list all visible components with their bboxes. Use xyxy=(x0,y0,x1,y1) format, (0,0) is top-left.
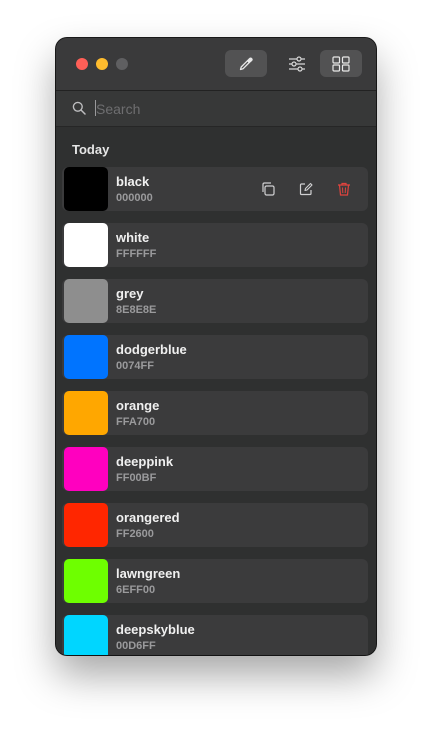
color-name: white xyxy=(116,230,150,245)
color-name: orangered xyxy=(116,510,180,525)
color-hex: 6EFF00 xyxy=(116,584,156,596)
color-hex: 0074FF xyxy=(116,360,154,372)
color-hex: FF2600 xyxy=(116,528,154,540)
color-row-grey[interactable]: grey 8E8E8E xyxy=(62,279,368,323)
minimize-window-button[interactable] xyxy=(96,58,108,70)
eyedropper-icon xyxy=(239,57,253,70)
close-window-button[interactable] xyxy=(76,58,88,70)
color-swatch[interactable] xyxy=(64,615,108,655)
color-swatch[interactable] xyxy=(64,223,108,267)
grid-view-button[interactable] xyxy=(320,50,362,77)
color-hex: 000000 xyxy=(116,192,153,204)
color-swatch[interactable] xyxy=(64,391,108,435)
grid-icon xyxy=(332,55,350,72)
color-row-white[interactable]: white FFFFFF xyxy=(62,223,368,267)
color-name: lawngreen xyxy=(116,566,181,581)
text-caret xyxy=(95,100,96,116)
color-row-deepskyblue[interactable]: deepskyblue 00D6FF xyxy=(62,615,368,655)
color-row-orange[interactable]: orange FFA700 xyxy=(62,391,368,435)
color-list: black 000000 white FFFFFF grey 8E8E8E do… xyxy=(62,167,368,655)
color-hex: FFA700 xyxy=(116,416,156,428)
color-history: Today black 000000 white FFFFFF grey 8E8… xyxy=(56,127,376,655)
color-swatch[interactable] xyxy=(64,447,108,491)
app-window: Today black 000000 white FFFFFF grey 8E8… xyxy=(56,38,376,655)
color-hex: 8E8E8E xyxy=(116,304,157,316)
color-name: dodgerblue xyxy=(116,342,187,357)
color-hex: FF00BF xyxy=(116,472,157,484)
trash-icon[interactable] xyxy=(336,181,352,197)
color-name: deeppink xyxy=(116,454,174,469)
color-name: orange xyxy=(116,398,160,413)
color-row-black[interactable]: black 000000 xyxy=(62,167,368,211)
color-hex: 00D6FF xyxy=(116,640,156,652)
color-name: black xyxy=(116,174,150,189)
color-picker-button[interactable] xyxy=(225,50,267,77)
color-row-dodgerblue[interactable]: dodgerblue 0074FF xyxy=(62,335,368,379)
zoom-window-button[interactable] xyxy=(116,58,128,70)
sliders-icon xyxy=(289,55,305,72)
color-row-deeppink[interactable]: deeppink FF00BF xyxy=(62,447,368,491)
color-swatch[interactable] xyxy=(64,335,108,379)
color-row-orangered[interactable]: orangered FF2600 xyxy=(62,503,368,547)
row-actions xyxy=(260,181,356,197)
color-row-lawngreen[interactable]: lawngreen 6EFF00 xyxy=(62,559,368,603)
adjustments-button[interactable] xyxy=(276,50,318,77)
search-input[interactable] xyxy=(94,99,358,119)
color-swatch[interactable] xyxy=(64,167,108,211)
color-hex: FFFFFF xyxy=(116,248,157,260)
edit-icon[interactable] xyxy=(298,181,314,197)
titlebar xyxy=(56,38,376,91)
color-swatch[interactable] xyxy=(64,559,108,603)
search-bar xyxy=(56,91,376,127)
color-name: grey xyxy=(116,286,144,301)
color-name: deepskyblue xyxy=(116,622,195,637)
search-icon xyxy=(72,101,86,115)
color-swatch[interactable] xyxy=(64,503,108,547)
copy-icon[interactable] xyxy=(260,181,276,197)
section-title: Today xyxy=(72,142,110,157)
color-swatch[interactable] xyxy=(64,279,108,323)
